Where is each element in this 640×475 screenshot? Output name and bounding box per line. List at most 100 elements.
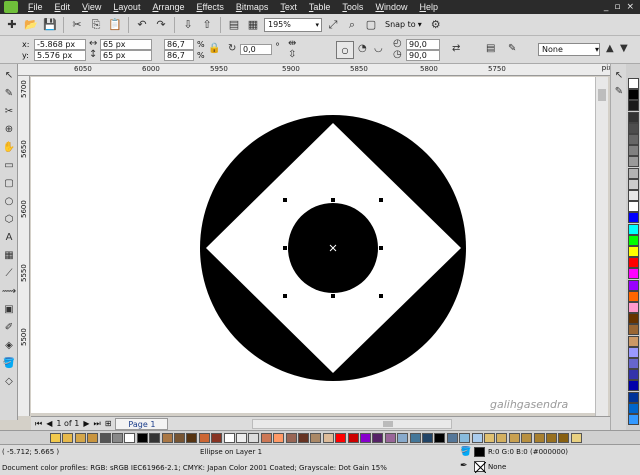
- palette-swatch[interactable]: [335, 433, 347, 443]
- palette-swatch[interactable]: [628, 89, 639, 101]
- text-tool-icon[interactable]: A: [2, 230, 16, 244]
- menu-layout[interactable]: Layout: [107, 2, 146, 12]
- drawing-canvas[interactable]: [31, 77, 595, 413]
- menu-window[interactable]: Window: [369, 2, 413, 12]
- pan-tool-icon[interactable]: ✋: [2, 140, 16, 154]
- horizontal-ruler[interactable]: 6050 6000 5950 5900 5850 5800 5750: [18, 64, 626, 76]
- new-document-icon[interactable]: ✚: [4, 17, 20, 33]
- palette-swatch[interactable]: [521, 433, 533, 443]
- palette-swatch[interactable]: [628, 78, 639, 89]
- palette-swatch[interactable]: [628, 201, 639, 213]
- palette-swatch[interactable]: [628, 145, 639, 157]
- palette-swatch[interactable]: [62, 433, 74, 443]
- menu-bitmaps[interactable]: Bitmaps: [230, 2, 275, 12]
- palette-swatch[interactable]: [211, 433, 223, 443]
- eyedropper-tool-icon[interactable]: ✐: [2, 320, 16, 334]
- palette-swatch[interactable]: [248, 433, 260, 443]
- mirror-vertical-icon[interactable]: ⇳: [288, 49, 296, 60]
- palette-swatch[interactable]: [223, 433, 235, 443]
- palette-swatch[interactable]: [558, 433, 570, 443]
- palette-swatch[interactable]: [260, 433, 272, 443]
- close-button[interactable]: ×: [626, 2, 634, 12]
- menu-table[interactable]: Table: [303, 2, 337, 12]
- menu-view[interactable]: View: [76, 2, 107, 12]
- vertical-ruler[interactable]: 5700 5650 5600 5550 5500: [18, 76, 30, 416]
- start-angle-input[interactable]: 90,0: [406, 39, 440, 50]
- palette-swatch[interactable]: [628, 212, 639, 224]
- palette-swatch[interactable]: [628, 156, 639, 168]
- zoom-page-icon[interactable]: ⌕: [344, 17, 360, 33]
- palette-swatch[interactable]: [628, 324, 639, 336]
- palette-swatch[interactable]: [124, 433, 136, 443]
- copy-icon[interactable]: ⎘: [88, 17, 104, 33]
- palette-swatch[interactable]: [628, 391, 639, 403]
- palette-swatch[interactable]: [409, 433, 421, 443]
- palette-swatch[interactable]: [87, 433, 99, 443]
- rotation-input[interactable]: 0,0: [240, 44, 272, 55]
- palette-swatch[interactable]: [628, 111, 639, 123]
- palette-swatch[interactable]: [628, 134, 639, 145]
- palette-swatch[interactable]: [434, 433, 446, 443]
- menu-edit[interactable]: Edit: [49, 2, 77, 12]
- palette-swatch[interactable]: [570, 433, 582, 443]
- palette-swatch[interactable]: [198, 433, 210, 443]
- palette-swatch[interactable]: [298, 433, 309, 443]
- palette-swatch[interactable]: [533, 433, 545, 443]
- palette-swatch[interactable]: [186, 433, 198, 443]
- direction-icon[interactable]: ⇄: [452, 43, 460, 54]
- selection-handle[interactable]: [379, 198, 383, 202]
- palette-swatch[interactable]: [459, 433, 471, 443]
- palette-swatch[interactable]: [236, 433, 247, 443]
- crop-tool-icon[interactable]: ✂: [2, 104, 16, 118]
- restore-button[interactable]: ▫: [614, 2, 620, 12]
- selection-handle[interactable]: [331, 198, 335, 202]
- polygon-tool-icon[interactable]: ⬡: [2, 212, 16, 226]
- vertical-scrollbar[interactable]: [595, 77, 608, 417]
- full-screen-icon[interactable]: ⤢: [325, 17, 341, 33]
- last-page-icon[interactable]: ⏭: [94, 419, 101, 429]
- fill-color-swatch[interactable]: [474, 447, 485, 457]
- scale-x-input[interactable]: 86,7: [164, 39, 194, 50]
- outline-tool-icon[interactable]: ◈: [2, 338, 16, 352]
- selection-handle[interactable]: [283, 246, 287, 250]
- pick-tool-icon[interactable]: ↖: [2, 68, 16, 82]
- app-launcher-icon[interactable]: ▤: [226, 17, 242, 33]
- import-icon[interactable]: ⇩: [180, 17, 196, 33]
- palette-swatch[interactable]: [628, 279, 639, 291]
- palette-swatch[interactable]: [628, 100, 639, 112]
- ellipse-tool-icon[interactable]: ○: [2, 194, 16, 208]
- palette-swatch[interactable]: [347, 433, 359, 443]
- selection-handle[interactable]: [379, 246, 383, 250]
- tab-page-1[interactable]: Page 1: [115, 417, 169, 430]
- menu-arrange[interactable]: Arrange: [146, 2, 190, 12]
- zoom-tool-icon[interactable]: ⊕: [2, 122, 16, 136]
- palette-swatch[interactable]: [372, 433, 384, 443]
- palette-swatch[interactable]: [384, 433, 396, 443]
- pie-mode-icon[interactable]: ◔: [358, 43, 367, 54]
- palette-swatch[interactable]: [161, 433, 173, 443]
- palette-swatch[interactable]: [360, 433, 371, 443]
- palette-swatch[interactable]: [628, 369, 639, 381]
- shape-tool-icon[interactable]: ✎: [2, 86, 16, 100]
- to-front-icon[interactable]: ▲: [606, 43, 614, 54]
- palette-swatch[interactable]: [50, 433, 61, 443]
- palette-swatch[interactable]: [422, 433, 433, 443]
- first-page-icon[interactable]: ⏮: [35, 419, 42, 429]
- save-icon[interactable]: 💾: [42, 17, 58, 33]
- palette-swatch[interactable]: [628, 257, 639, 269]
- palette-swatch[interactable]: [628, 178, 639, 190]
- table-tool-icon[interactable]: ▦: [2, 248, 16, 262]
- palette-swatch[interactable]: [628, 190, 639, 201]
- menu-effects[interactable]: Effects: [190, 2, 229, 12]
- palette-swatch[interactable]: [322, 433, 334, 443]
- palette-swatch[interactable]: [74, 433, 86, 443]
- palette-swatch[interactable]: [484, 433, 495, 443]
- interactive-fill-tool-icon[interactable]: ◇: [2, 374, 16, 388]
- dimension-tool-icon[interactable]: ⟋: [2, 266, 16, 280]
- fill-tool-icon[interactable]: 🪣: [2, 356, 16, 370]
- palette-swatch[interactable]: [174, 433, 185, 443]
- options-icon[interactable]: ⚙: [428, 17, 444, 33]
- rounded-rect-tool-icon[interactable]: ▢: [2, 176, 16, 190]
- palette-swatch[interactable]: [628, 246, 639, 257]
- selection-handle[interactable]: [283, 294, 287, 298]
